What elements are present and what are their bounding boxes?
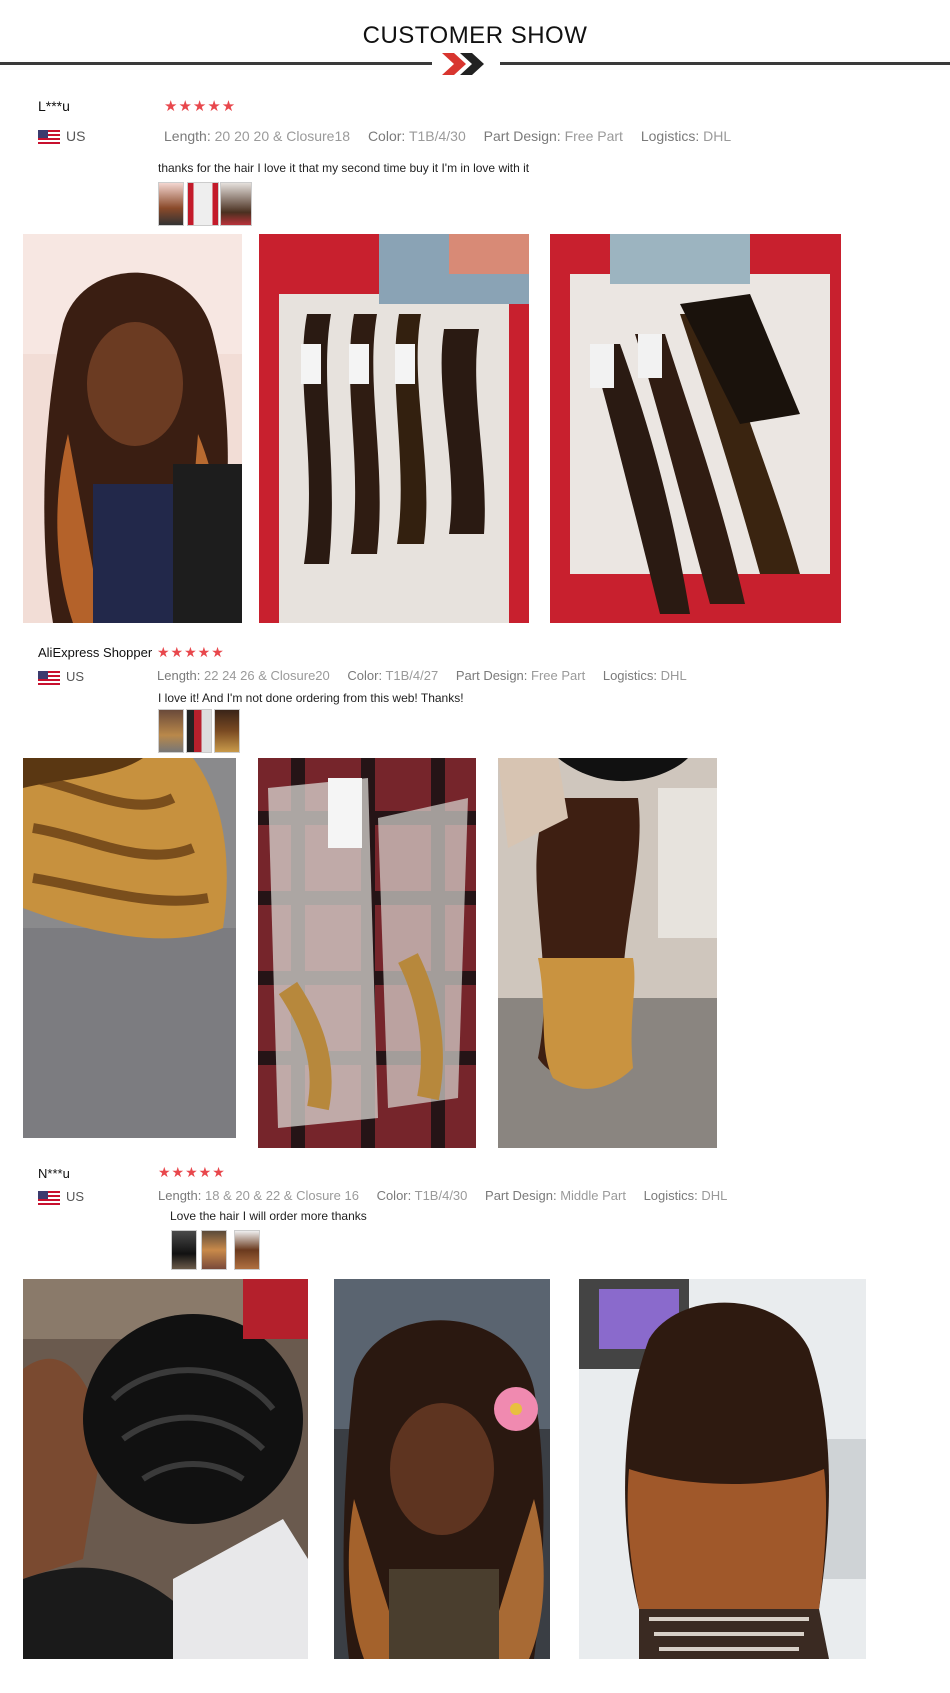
reviewer-name: N***u [38,1166,70,1181]
length-label: Length: [158,1188,202,1203]
country-code: US [66,669,85,684]
color-value: T1B/4/30 [408,128,466,144]
rating-stars: ★★★★★ [158,1164,226,1180]
reviewer-country: US [38,128,86,145]
color-value: T1B/4/27 [385,668,439,683]
part-design-label: Part Design: [483,128,561,144]
section-title: CUSTOMER SHOW [362,22,588,49]
review-photo-selfie-flower[interactable] [334,1279,550,1659]
double-chevron-icon [442,53,484,75]
logistics-label: Logistics: [640,128,700,144]
review-thumbnail[interactable] [220,182,252,226]
color-label: Color: [376,1188,412,1203]
us-flag-icon [38,130,60,145]
length-value: 18 & 20 & 22 & Closure 16 [205,1188,359,1203]
reviewer-country: US [38,669,84,685]
review-photo-ombre-hair[interactable] [498,758,717,1148]
logistics-value: DHL [703,128,732,144]
review-photo-selfie[interactable] [23,234,242,623]
country-code: US [66,1189,85,1204]
length-label: Length: [157,668,201,683]
review-photo-wavy-hair-back[interactable] [579,1279,866,1659]
review-thumbnail[interactable] [201,1230,227,1270]
us-flag-icon [38,670,60,685]
part-design-label: Part Design: [485,1188,557,1203]
part-design-label: Part Design: [455,668,528,683]
logistics-label: Logistics: [643,1188,698,1203]
order-specs: Length: 20 20 20 & Closure18 Color: T1B/… [164,128,745,144]
review-thumbnail[interactable] [158,709,184,753]
title-rule-right [500,62,950,65]
review-photo-bundles-closeup[interactable] [550,234,841,623]
review-comment: Love the hair I will order more thanks [170,1209,367,1223]
review-comment: thanks for the hair I love it that my se… [158,161,530,175]
title-rule-left [0,62,432,65]
color-value: T1B/4/30 [414,1188,468,1203]
review-photo-hair-bundle-hand[interactable] [23,1279,308,1659]
review-thumbnail[interactable] [187,182,219,226]
part-design-value: Free Part [531,668,586,683]
us-flag-icon [38,1190,60,1205]
rating-stars: ★★★★★ [164,98,237,115]
review-thumbnail[interactable] [234,1230,260,1270]
logistics-value: DHL [701,1188,728,1203]
review-photo-bundles[interactable] [259,234,529,623]
part-design-value: Middle Part [560,1188,626,1203]
reviewer-country: US [38,1189,84,1205]
review-photo-hair-closeup[interactable] [23,758,236,1138]
color-label: Color: [347,668,383,683]
review-thumbnail[interactable] [186,709,212,753]
order-specs: Length: 18 & 20 & 22 & Closure 16 Color:… [158,1188,741,1203]
review-thumbnail[interactable] [214,709,240,753]
length-value: 22 24 26 & Closure20 [204,668,330,683]
logistics-value: DHL [660,668,687,683]
reviewer-name: L***u [38,98,70,114]
rating-stars: ★★★★★ [157,644,225,660]
length-value: 20 20 20 & Closure18 [214,128,351,144]
review-thumbnail[interactable] [158,182,184,226]
length-label: Length: [164,128,211,144]
review-photo-packaged-bundles[interactable] [258,758,476,1148]
order-specs: Length: 22 24 26 & Closure20 Color: T1B/… [157,668,701,683]
review-thumbnail[interactable] [171,1230,197,1270]
reviewer-name: AliExpress Shopper [38,645,153,660]
part-design-value: Free Part [564,128,623,144]
color-label: Color: [367,128,406,144]
review-comment: I love it! And I'm not done ordering fro… [158,691,464,705]
country-code: US [66,128,86,144]
logistics-label: Logistics: [602,668,658,683]
